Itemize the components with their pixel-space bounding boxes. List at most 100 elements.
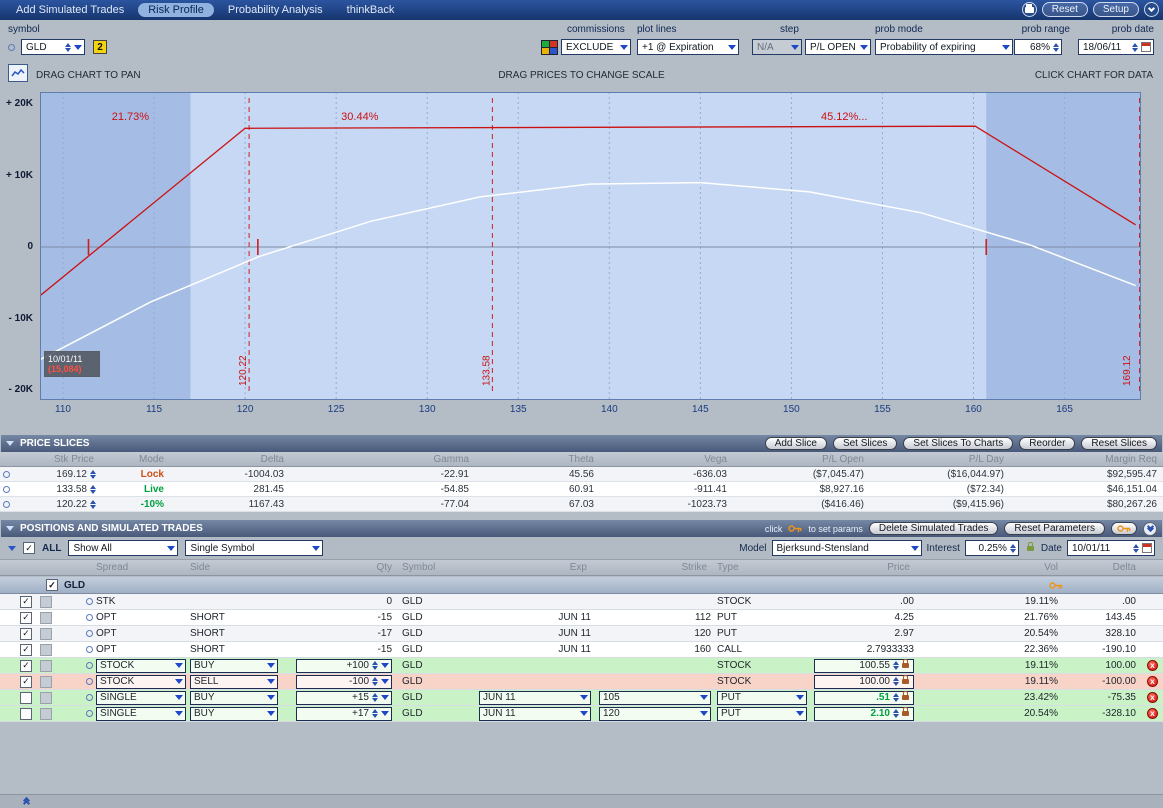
slice-mode[interactable]: -10% xyxy=(100,499,170,510)
row-marker-icon[interactable] xyxy=(86,710,93,717)
spinner-icon[interactable] xyxy=(893,677,899,686)
side-select[interactable]: BUY xyxy=(190,659,278,673)
stk-price-stepper[interactable]: 169.12 xyxy=(16,469,100,480)
qty-stepper[interactable]: +100 xyxy=(296,659,392,673)
lock-icon[interactable] xyxy=(902,695,909,700)
side-select[interactable]: SELL xyxy=(190,675,278,689)
commissions-grid-icon[interactable] xyxy=(541,40,558,55)
set-params-button[interactable] xyxy=(1111,522,1137,535)
delete-trade-button[interactable]: x xyxy=(1147,660,1158,671)
strike-select[interactable]: 120 xyxy=(599,707,711,721)
row-flag-checkbox[interactable] xyxy=(40,660,52,672)
row-checkbox[interactable] xyxy=(20,612,32,624)
date-stepper[interactable]: 10/01/11 xyxy=(1067,540,1155,556)
spinner-icon[interactable] xyxy=(372,677,378,686)
collapse-triangle-icon[interactable] xyxy=(6,526,14,531)
price-stepper[interactable]: 2.10 xyxy=(814,707,914,721)
tab-thinkback[interactable]: thinkBack xyxy=(337,3,405,17)
row-marker-icon[interactable] xyxy=(86,694,93,701)
expand-up-button[interactable] xyxy=(24,799,29,805)
row-checkbox[interactable] xyxy=(20,628,32,640)
bottom-scrollbar[interactable] xyxy=(0,794,1163,808)
spinner-icon[interactable] xyxy=(372,661,378,670)
prob-mode-select[interactable]: Probability of expiring xyxy=(875,39,1013,55)
delete-trade-button[interactable]: x xyxy=(1147,676,1158,687)
row-flag-checkbox[interactable] xyxy=(40,612,52,624)
plot-lines-select[interactable]: +1 @ Expiration xyxy=(637,39,739,55)
all-checkbox[interactable] xyxy=(23,542,35,554)
lock-icon[interactable] xyxy=(1027,546,1034,551)
model-select[interactable]: Bjerksund-Stensland xyxy=(772,540,922,556)
row-flag-checkbox[interactable] xyxy=(40,596,52,608)
group-checkbox[interactable] xyxy=(46,579,58,591)
price-stepper[interactable]: .51 xyxy=(814,691,914,705)
lock-icon[interactable] xyxy=(902,679,909,684)
spinner-icon[interactable] xyxy=(372,709,378,718)
exp-select[interactable]: JUN 11 xyxy=(479,707,591,721)
expand-all-button[interactable] xyxy=(1143,522,1157,536)
symbol-group-row[interactable]: GLD xyxy=(0,577,1163,594)
row-marker-icon[interactable] xyxy=(86,646,93,653)
step-select[interactable]: N/A xyxy=(752,39,802,55)
row-marker-icon[interactable] xyxy=(86,614,93,621)
row-checkbox[interactable] xyxy=(20,596,32,608)
spread-select[interactable]: SINGLE xyxy=(96,707,186,721)
type-select[interactable]: PUT xyxy=(717,691,807,705)
collapse-triangle-icon[interactable] xyxy=(6,441,14,446)
row-marker-icon[interactable] xyxy=(3,471,10,478)
calendar-icon[interactable] xyxy=(1141,42,1151,52)
price-stepper[interactable]: 100.00 xyxy=(814,675,914,689)
tab-risk-profile[interactable]: Risk Profile xyxy=(138,3,214,17)
spinner-icon[interactable] xyxy=(893,693,899,702)
spinner-icon[interactable] xyxy=(90,485,96,494)
row-marker-icon[interactable] xyxy=(86,630,93,637)
spinner-icon[interactable] xyxy=(893,709,899,718)
reset-parameters-button[interactable]: Reset Parameters xyxy=(1004,522,1105,535)
row-checkbox[interactable] xyxy=(20,692,32,704)
set-slices-button[interactable]: Set Slices xyxy=(833,437,897,450)
lock-icon[interactable] xyxy=(902,711,909,716)
symbol-filter-select[interactable]: Single Symbol xyxy=(185,540,323,556)
set-slices-to-charts-button[interactable]: Set Slices To Charts xyxy=(903,437,1013,450)
show-all-select[interactable]: Show All xyxy=(68,540,178,556)
reset-button[interactable]: Reset xyxy=(1042,2,1088,17)
row-flag-checkbox[interactable] xyxy=(40,644,52,656)
pl-mode-select[interactable]: P/L OPEN xyxy=(805,39,871,55)
interest-stepper[interactable]: 0.25% xyxy=(965,540,1019,556)
commissions-select[interactable]: EXCLUDE xyxy=(561,39,631,55)
key-icon[interactable] xyxy=(1049,581,1063,590)
spread-select[interactable]: SINGLE xyxy=(96,691,186,705)
qty-stepper[interactable]: -100 xyxy=(296,675,392,689)
row-marker-icon[interactable] xyxy=(3,501,10,508)
row-marker-icon[interactable] xyxy=(86,598,93,605)
row-flag-checkbox[interactable] xyxy=(40,708,52,720)
collapse-triangle-icon[interactable] xyxy=(8,546,16,551)
prob-range-spinner[interactable] xyxy=(1053,43,1059,52)
date-spinner[interactable] xyxy=(1133,544,1139,553)
row-flag-checkbox[interactable] xyxy=(40,628,52,640)
spinner-icon[interactable] xyxy=(90,500,96,509)
spread-select[interactable]: STOCK xyxy=(96,659,186,673)
qty-stepper[interactable]: +17 xyxy=(296,707,392,721)
row-flag-checkbox[interactable] xyxy=(40,692,52,704)
row-flag-checkbox[interactable] xyxy=(40,676,52,688)
spinner-icon[interactable] xyxy=(372,693,378,702)
setup-button[interactable]: Setup xyxy=(1093,2,1139,17)
reorder-button[interactable]: Reorder xyxy=(1019,437,1075,450)
reset-slices-button[interactable]: Reset Slices xyxy=(1081,437,1157,450)
row-marker-icon[interactable] xyxy=(86,662,93,669)
calendar-icon[interactable] xyxy=(1142,543,1152,553)
exp-select[interactable]: JUN 11 xyxy=(479,691,591,705)
symbol-count-badge[interactable]: 2 xyxy=(93,40,107,54)
lock-icon[interactable] xyxy=(902,663,909,668)
delete-trade-button[interactable]: x xyxy=(1147,692,1158,703)
prob-date-stepper[interactable]: 18/06/11 xyxy=(1078,39,1154,55)
spinner-icon[interactable] xyxy=(893,661,899,670)
slice-mode[interactable]: Live xyxy=(100,484,170,495)
stk-price-stepper[interactable]: 133.58 xyxy=(16,484,100,495)
slice-mode[interactable]: Lock xyxy=(100,469,170,480)
spread-select[interactable]: STOCK xyxy=(96,675,186,689)
risk-profile-chart[interactable]: 21.73%30.44%45.12%...120.22133.58169.121… xyxy=(40,92,1141,414)
row-marker-icon[interactable] xyxy=(3,486,10,493)
row-marker-icon[interactable] xyxy=(86,678,93,685)
